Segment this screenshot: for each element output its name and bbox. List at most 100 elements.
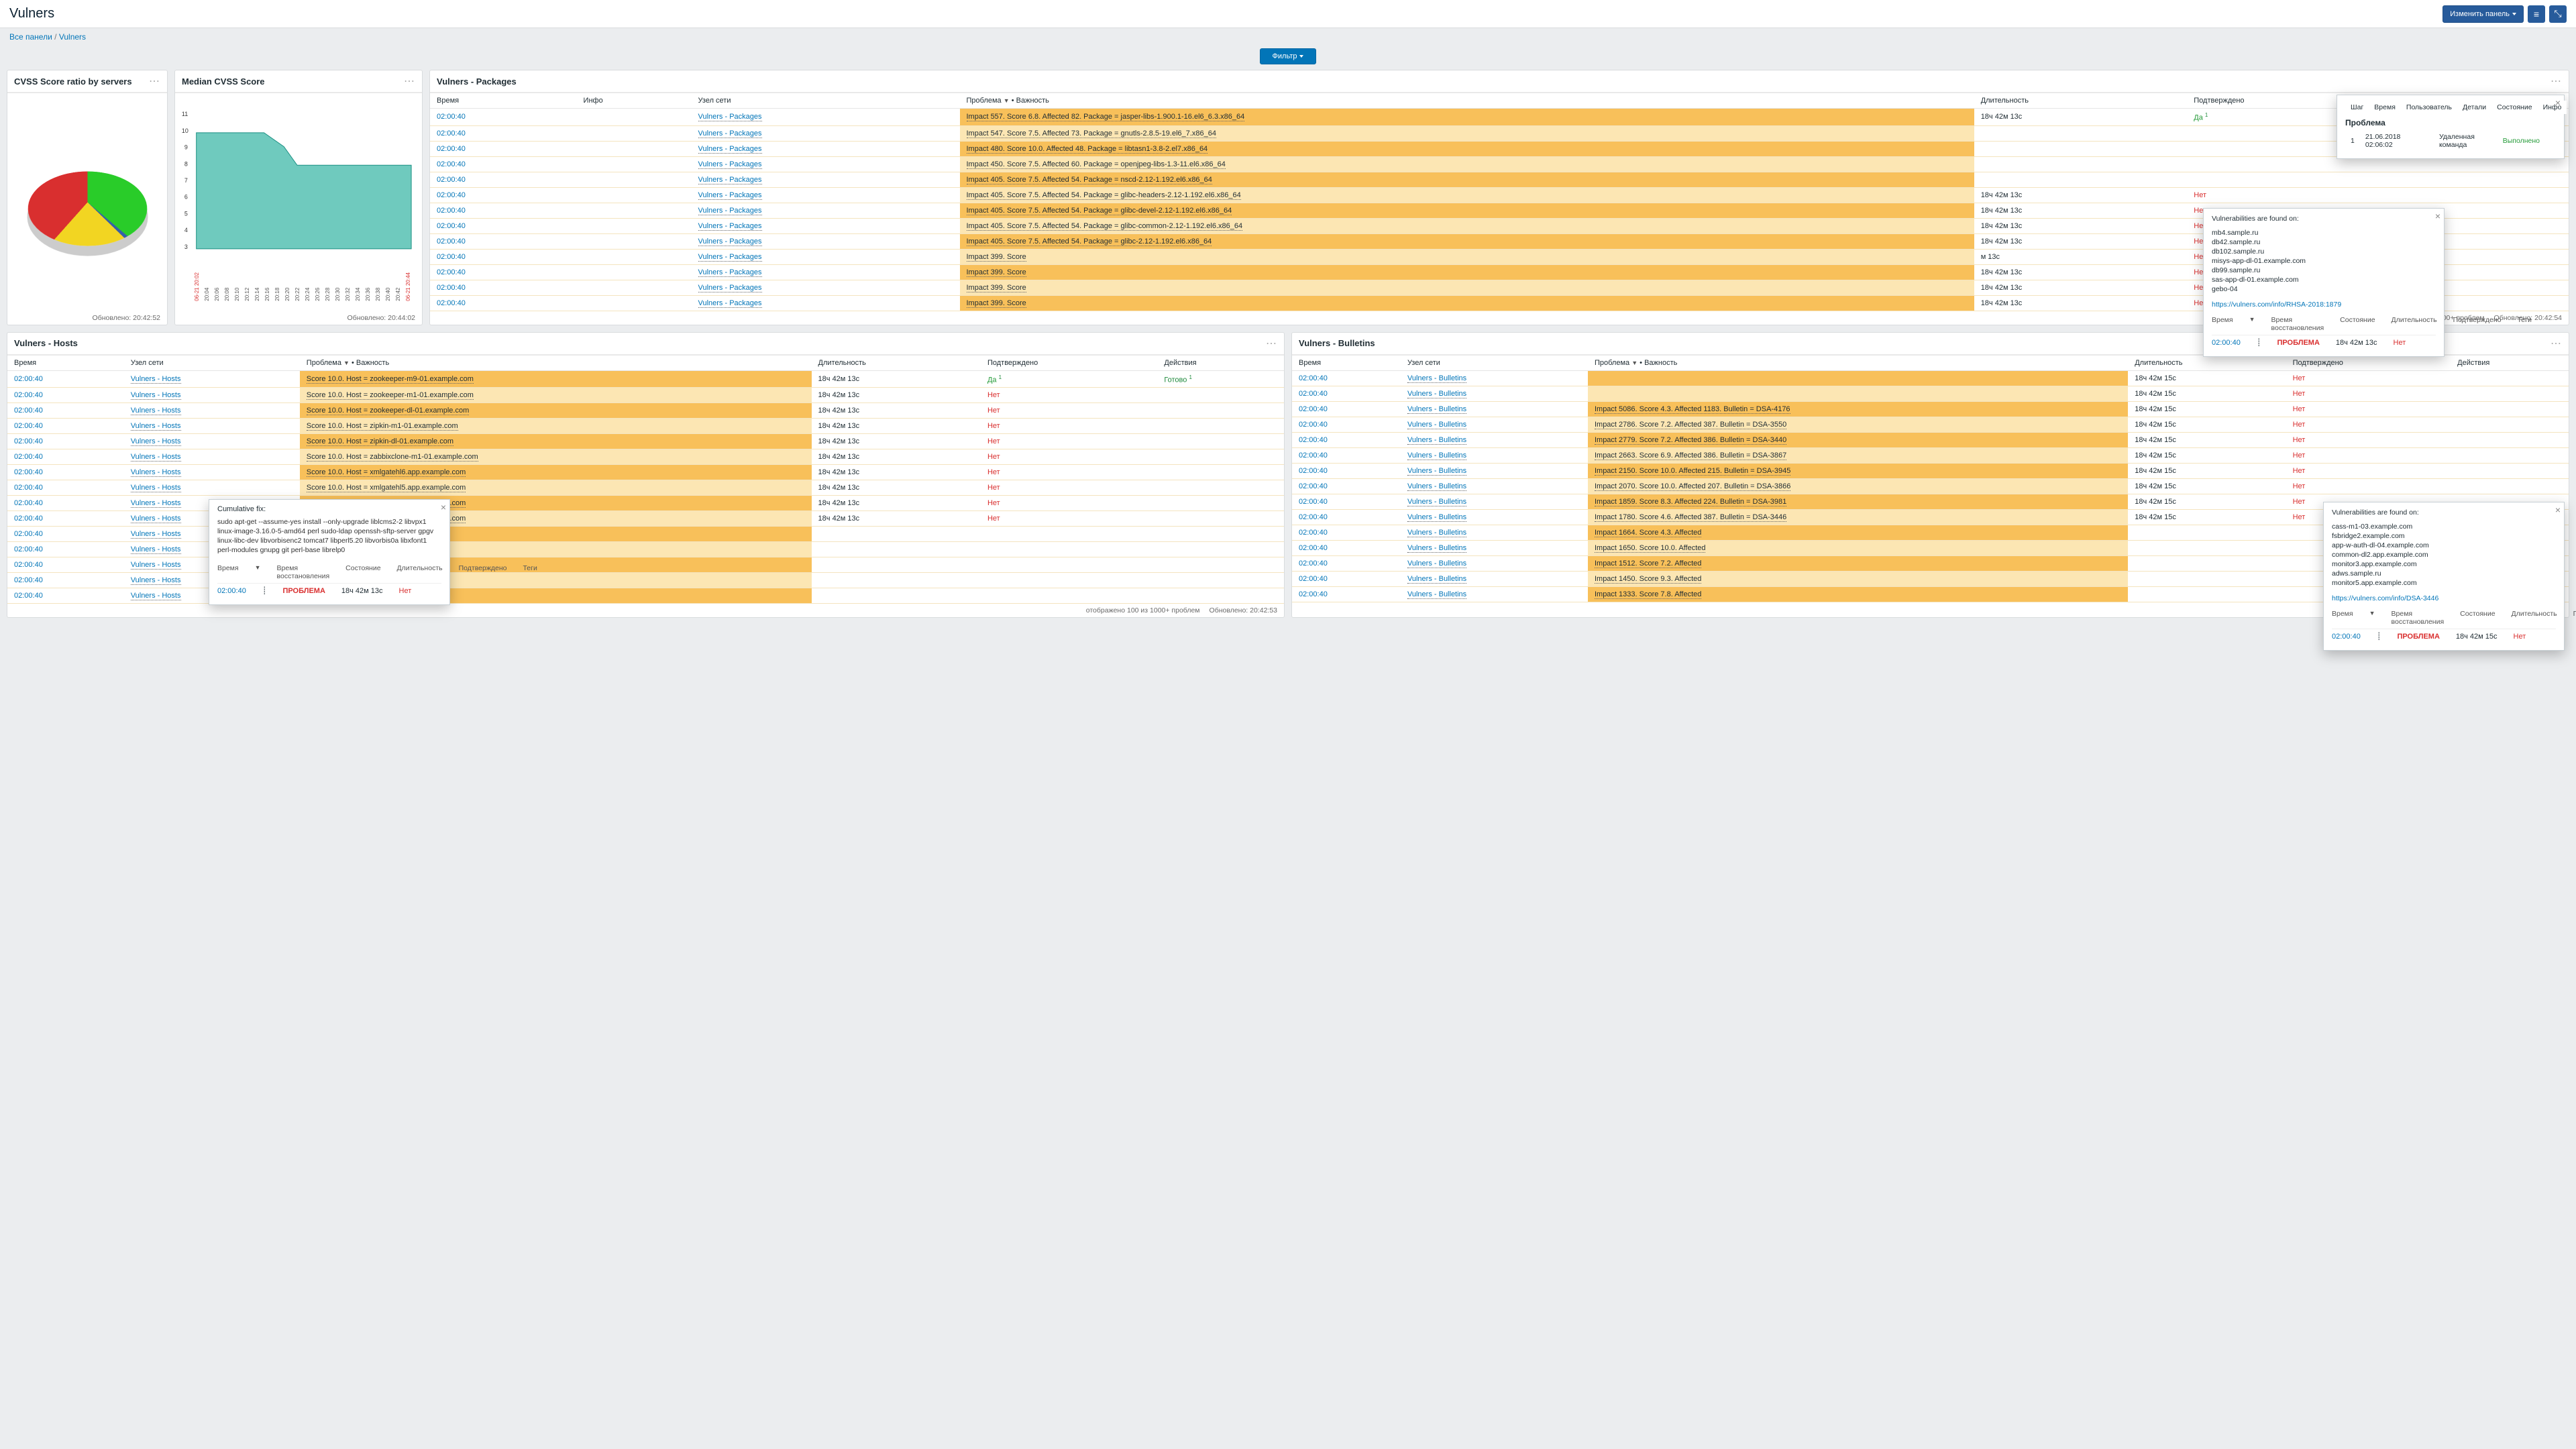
node-link[interactable]: Vulners - Packages xyxy=(698,191,762,200)
node-link[interactable]: Vulners - Hosts xyxy=(131,592,181,600)
edit-panel-button[interactable]: Изменить панель xyxy=(2443,5,2524,23)
problem-text[interactable]: Impact 2779. Score 7.2. Affected 386. Bu… xyxy=(1595,436,1786,445)
node-link[interactable]: Vulners - Packages xyxy=(698,145,762,154)
node-link[interactable]: Vulners - Packages xyxy=(698,160,762,169)
close-icon[interactable]: × xyxy=(441,502,446,513)
problem-text[interactable]: Impact 405. Score 7.5. Affected 54. Pack… xyxy=(967,237,1212,246)
problem-text[interactable]: Score 10.0. Host = zookeeper-m9-01.examp… xyxy=(307,375,474,384)
problem-text[interactable]: Score 10.0. Host = zipkin-dl-01.example.… xyxy=(307,437,453,446)
problem-text[interactable]: Impact 2663. Score 6.9. Affected 386. Bu… xyxy=(1595,451,1786,460)
node-link[interactable]: Vulners - Hosts xyxy=(131,468,181,477)
table-row[interactable]: 02:00:40Vulners - PackagesImpact 557. Sc… xyxy=(430,109,2569,126)
node-link[interactable]: Vulners - Hosts xyxy=(131,484,181,492)
problem-text[interactable]: Impact 405. Score 7.5. Affected 54. Pack… xyxy=(967,191,1241,200)
table-row[interactable]: 02:00:40Vulners - Bulletins18ч 42м 15сНе… xyxy=(1292,386,2569,401)
table-row[interactable]: 02:00:40Vulners - HostsScore 10.0. Host … xyxy=(7,419,1284,434)
node-link[interactable]: Vulners - Hosts xyxy=(131,407,181,415)
problem-text[interactable]: Impact 480. Score 10.0. Affected 48. Pac… xyxy=(967,145,1208,154)
table-row[interactable]: 02:00:40Vulners - PackagesImpact 405. Sc… xyxy=(430,187,2569,203)
table-row[interactable]: 02:00:40Vulners - PackagesImpact 450. Sc… xyxy=(430,156,2569,172)
node-link[interactable]: Vulners - Packages xyxy=(698,284,762,292)
node-link[interactable]: Vulners - Hosts xyxy=(131,422,181,431)
problem-text[interactable]: Impact 2150. Score 10.0. Affected 215. B… xyxy=(1595,467,1790,476)
close-icon[interactable]: × xyxy=(2555,97,2561,108)
problem-text[interactable]: Impact 2070. Score 10.0. Affected 207. B… xyxy=(1595,482,1790,491)
node-link[interactable]: Vulners - Hosts xyxy=(131,515,181,523)
close-icon[interactable]: × xyxy=(2555,504,2561,515)
problem-text[interactable]: Impact 2786. Score 7.2. Affected 387. Bu… xyxy=(1595,421,1786,429)
node-link[interactable]: Vulners - Hosts xyxy=(131,530,181,539)
node-link[interactable]: Vulners - Bulletins xyxy=(1407,529,1466,537)
panel-menu-icon[interactable]: ⋯ xyxy=(404,74,415,88)
node-link[interactable]: Vulners - Packages xyxy=(698,299,762,308)
problem-text[interactable]: Impact 399. Score xyxy=(967,284,1026,292)
table-row[interactable]: 02:00:40Vulners - BulletinsImpact 5086. … xyxy=(1292,401,2569,417)
node-link[interactable]: Vulners - Hosts xyxy=(131,561,181,570)
node-link[interactable]: Vulners - Bulletins xyxy=(1407,498,1466,506)
problem-text[interactable]: Impact 1450. Score 9.3. Affected xyxy=(1595,575,1701,584)
table-row[interactable]: 02:00:40Vulners - BulletinsImpact 2663. … xyxy=(1292,447,2569,463)
breadcrumb-current[interactable]: Vulners xyxy=(59,32,86,42)
table-row[interactable]: 02:00:40Vulners - HostsScore 10.0. Host … xyxy=(7,557,1284,573)
table-row[interactable]: 02:00:40Vulners - HostsScore 10.0. Host … xyxy=(7,496,1284,511)
node-link[interactable]: Vulners - Hosts xyxy=(131,437,181,446)
table-row[interactable]: 02:00:40Vulners - PackagesImpact 480. Sc… xyxy=(430,141,2569,156)
menu-icon[interactable]: ≡ xyxy=(2528,5,2545,23)
table-row[interactable]: 02:00:40Vulners - HostsScore 10.0. Host … xyxy=(7,573,1284,588)
problem-text[interactable]: Impact 5086. Score 4.3. Affected 1183. B… xyxy=(1595,405,1790,414)
node-link[interactable]: Vulners - Hosts xyxy=(131,453,181,462)
table-row[interactable]: 02:00:40Vulners - BulletinsImpact 2150. … xyxy=(1292,463,2569,478)
table-row[interactable]: 02:00:40Vulners - HostsScore 10.0. Host … xyxy=(7,511,1284,527)
table-row[interactable]: 02:00:40Vulners - HostsScore 10.0. Host … xyxy=(7,527,1284,542)
table-row[interactable]: 02:00:40Vulners - HostsScore 10.0. Host … xyxy=(7,588,1284,604)
node-link[interactable]: Vulners - Packages xyxy=(698,253,762,262)
node-link[interactable]: Vulners - Hosts xyxy=(131,375,181,384)
pie-chart[interactable] xyxy=(16,171,158,246)
problem-text[interactable]: Score 10.0. Host = zipkin-m1-01.example.… xyxy=(307,422,458,431)
node-link[interactable]: Vulners - Bulletins xyxy=(1407,436,1466,445)
vulners-link[interactable]: https://vulners.com/info/RHSA-2018:1879 xyxy=(2212,301,2341,309)
node-link[interactable]: Vulners - Packages xyxy=(698,237,762,246)
table-row[interactable]: 02:00:40Vulners - Bulletins18ч 42м 15сНе… xyxy=(1292,370,2569,386)
filter-button[interactable]: Фильтр xyxy=(1260,48,1317,64)
collapse-icon[interactable]: ⤡ xyxy=(2549,5,2567,23)
breadcrumb-all[interactable]: Все панели xyxy=(9,32,52,42)
table-row[interactable]: 02:00:40Vulners - HostsScore 10.0. Host … xyxy=(7,388,1284,403)
problem-text[interactable]: Impact 1333. Score 7.8. Affected xyxy=(1595,590,1701,599)
node-link[interactable]: Vulners - Bulletins xyxy=(1407,467,1466,476)
node-link[interactable]: Vulners - Hosts xyxy=(131,391,181,400)
node-link[interactable]: Vulners - Bulletins xyxy=(1407,421,1466,429)
problem-text[interactable]: Score 10.0. Host = xmlgatehl6.app.exampl… xyxy=(307,468,466,477)
table-row[interactable]: 02:00:40Vulners - HostsScore 10.0. Host … xyxy=(7,465,1284,480)
problem-text[interactable]: Impact 405. Score 7.5. Affected 54. Pack… xyxy=(967,207,1232,215)
node-link[interactable]: Vulners - Packages xyxy=(698,113,762,121)
table-row[interactable]: 02:00:40Vulners - BulletinsImpact 2786. … xyxy=(1292,417,2569,432)
problem-text[interactable]: Impact 450. Score 7.5. Affected 60. Pack… xyxy=(967,160,1226,169)
node-link[interactable]: Vulners - Bulletins xyxy=(1407,590,1466,599)
problem-text[interactable]: Impact 399. Score xyxy=(967,253,1026,262)
node-link[interactable]: Vulners - Hosts xyxy=(131,545,181,554)
node-link[interactable]: Vulners - Packages xyxy=(698,176,762,184)
node-link[interactable]: Vulners - Bulletins xyxy=(1407,513,1466,522)
problem-text[interactable]: Impact 1664. Score 4.3. Affected xyxy=(1595,529,1701,537)
problem-text[interactable]: Impact 1512. Score 7.2. Affected xyxy=(1595,559,1701,568)
node-link[interactable]: Vulners - Packages xyxy=(698,207,762,215)
table-row[interactable]: 02:00:40Vulners - BulletinsImpact 2070. … xyxy=(1292,478,2569,494)
table-row[interactable]: 02:00:40Vulners - HostsScore 10.0. Host … xyxy=(7,434,1284,449)
problem-text[interactable]: Impact 1859. Score 8.3. Affected 224. Bu… xyxy=(1595,498,1786,506)
problem-text[interactable]: Impact 405. Score 7.5. Affected 54. Pack… xyxy=(967,222,1243,231)
node-link[interactable]: Vulners - Bulletins xyxy=(1407,390,1466,398)
table-row[interactable]: 02:00:40Vulners - HostsScore 10.0. Host … xyxy=(7,403,1284,419)
panel-menu-icon[interactable]: ⋯ xyxy=(1266,337,1277,350)
problem-text[interactable]: Impact 547. Score 7.5. Affected 73. Pack… xyxy=(967,129,1217,138)
vulners-link[interactable]: https://vulners.com/info/DSA-3446 xyxy=(2332,594,2438,602)
problem-text[interactable]: Impact 1650. Score 10.0. Affected xyxy=(1595,544,1706,553)
problem-text[interactable]: Impact 399. Score xyxy=(967,268,1026,277)
problem-text[interactable]: Impact 1780. Score 4.6. Affected 387. Bu… xyxy=(1595,513,1786,522)
table-row[interactable]: 02:00:40Vulners - HostsScore 10.0. Host … xyxy=(7,480,1284,496)
table-row[interactable]: 02:00:40Vulners - PackagesImpact 405. Sc… xyxy=(430,172,2569,187)
table-row[interactable]: 02:00:40Vulners - HostsScore 10.0. Host … xyxy=(7,449,1284,465)
node-link[interactable]: Vulners - Bulletins xyxy=(1407,559,1466,568)
problem-text[interactable]: Score 10.0. Host = zookeeper-m1-01.examp… xyxy=(307,391,474,400)
panel-menu-icon[interactable]: ⋯ xyxy=(2551,337,2562,350)
